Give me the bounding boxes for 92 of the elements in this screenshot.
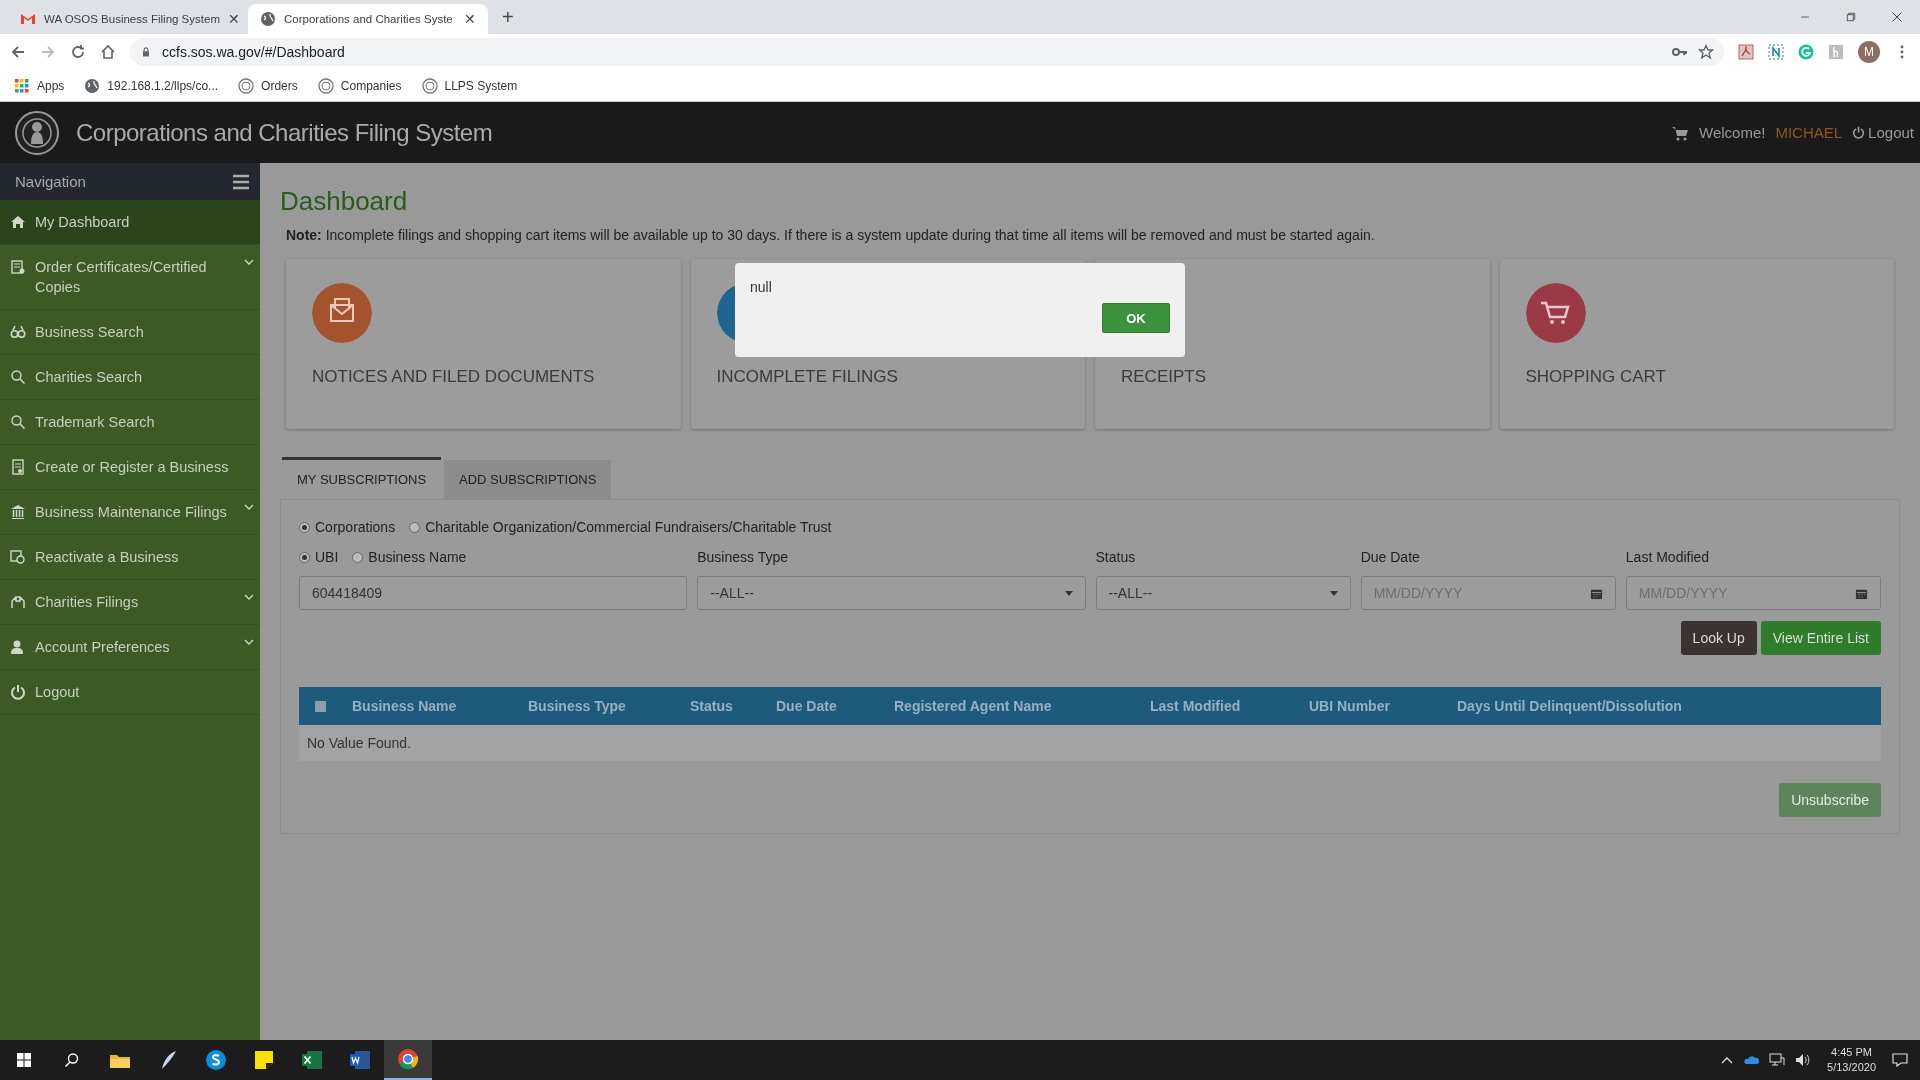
search-icon [10,369,26,385]
power-icon [1852,126,1866,139]
radio-icon[interactable] [409,521,421,533]
bank-icon [10,504,26,520]
mail-icon [20,11,36,27]
search-icon [64,1052,80,1068]
cart-icon [1671,124,1689,141]
globe-icon [260,11,276,27]
close-icon [1891,11,1903,23]
navigation-title: Navigation [15,173,86,190]
chevron-up-icon [1721,1055,1734,1065]
lock-icon [140,46,152,58]
tab-close-button[interactable]: ✕ [227,11,240,27]
notification-icon [1892,1052,1908,1068]
seal-icon [317,77,334,94]
new-tab-button[interactable]: + [496,5,520,30]
seal-icon [421,77,438,94]
pdf-icon [1738,44,1754,60]
tab[interactable]: ADD SUBSCRIPTIONS [444,460,612,499]
app-title: Corporations and Charities Filing System [76,118,493,147]
extension-icon [1828,44,1844,60]
seal-logo-icon [14,109,60,156]
windows-icon [16,1052,32,1068]
certificate-icon [10,259,26,275]
back-icon [10,44,26,60]
document-icon [10,459,26,475]
radio-icon[interactable] [299,521,310,533]
volume-icon [1795,1052,1812,1068]
extension-icon [1768,44,1784,60]
user-icon [10,639,26,655]
grammar-icon [1798,44,1814,60]
browser-tab[interactable]: Corporations and Charities Syste ✕ [248,4,488,34]
star-icon [1698,44,1714,60]
radio-option[interactable]: Charitable Organization/Commercial Fundraisers/Charitable Trust [409,519,832,535]
dropdown[interactable]: --ALL-- [697,576,1086,610]
reload-icon [70,44,86,60]
document-icon [348,1049,372,1071]
radio-icon[interactable] [352,551,364,563]
profile-avatar[interactable]: M [1858,41,1880,63]
bookmark[interactable]: 192.168.1.2/llps/co... [84,77,219,94]
sticky-note-icon [252,1049,276,1071]
view-list-button[interactable]: View Entire List [1760,621,1881,655]
spreadsheet-icon [300,1049,324,1071]
radio-option[interactable]: Corporations [299,519,396,535]
radio-option[interactable]: Business Name [352,549,467,565]
home-icon [10,214,26,230]
bookmark[interactable]: Orders [238,77,298,94]
dashboard-card[interactable]: NOTICES AND FILED DOCUMENTS [286,259,681,429]
bookmark[interactable]: Companies [317,77,402,94]
browser-tab[interactable]: WA OSOS Business Filing System ✕ [8,4,248,34]
search-icon [10,414,26,430]
field-label: Last Modified [1625,548,1711,567]
lookup-button[interactable]: Look Up [1680,621,1757,655]
apps-icon [14,77,30,94]
caret-icon [1329,590,1338,596]
seal-icon [238,77,255,94]
network-icon [1769,1052,1786,1068]
page-title: Dashboard [280,184,409,218]
menu-icon [232,172,250,191]
checkbox[interactable] [315,700,326,712]
address-bar[interactable]: ccfs.sos.wa.gov/#/Dashboard [130,38,1724,66]
clock-date: 5/13/2020 [1827,1060,1876,1075]
caret-icon [1064,590,1073,596]
note-text: Note: Incomplete filings and shopping cart items will be available up to 30 days. If there is a system update during that time all items will be removed and must be started again. [286,227,1376,243]
dashboard-card[interactable]: SHOPPING CART [1499,259,1894,429]
skype-icon [204,1049,228,1071]
ok-button[interactable]: OK [1102,303,1170,333]
logout-link[interactable]: Logout [1852,124,1914,141]
empty-message: No Value Found. [307,735,412,751]
globe-icon [84,77,101,94]
taskbar-app[interactable] [384,1040,432,1080]
radio-icon[interactable] [299,551,310,563]
restore-icon [1845,11,1857,23]
sidebar-item[interactable]: My Dashboard [0,200,260,245]
bookmark[interactable]: Apps [14,77,65,94]
binoculars-icon [10,324,26,340]
power-icon [10,684,26,700]
user-name: MICHAEL [1775,124,1843,141]
browser-icon [396,1048,420,1070]
field-label: Status [1095,548,1137,567]
dialog-message: null [750,279,773,295]
field-label: Business Type [697,548,790,567]
field-label: Due Date [1360,548,1421,567]
forward-icon [40,44,56,60]
tab-close-button[interactable]: ✕ [464,11,476,27]
home-icon [100,44,116,60]
ubi-input[interactable]: 604418409 [299,576,688,610]
clock-time: 4:45 PM [1831,1045,1872,1060]
radio-option[interactable]: UBI [299,549,339,565]
bookmark[interactable]: LLPS System [421,77,518,94]
dropdown[interactable]: --ALL-- [1095,576,1351,610]
welcome-text: Welcome! [1699,124,1766,141]
